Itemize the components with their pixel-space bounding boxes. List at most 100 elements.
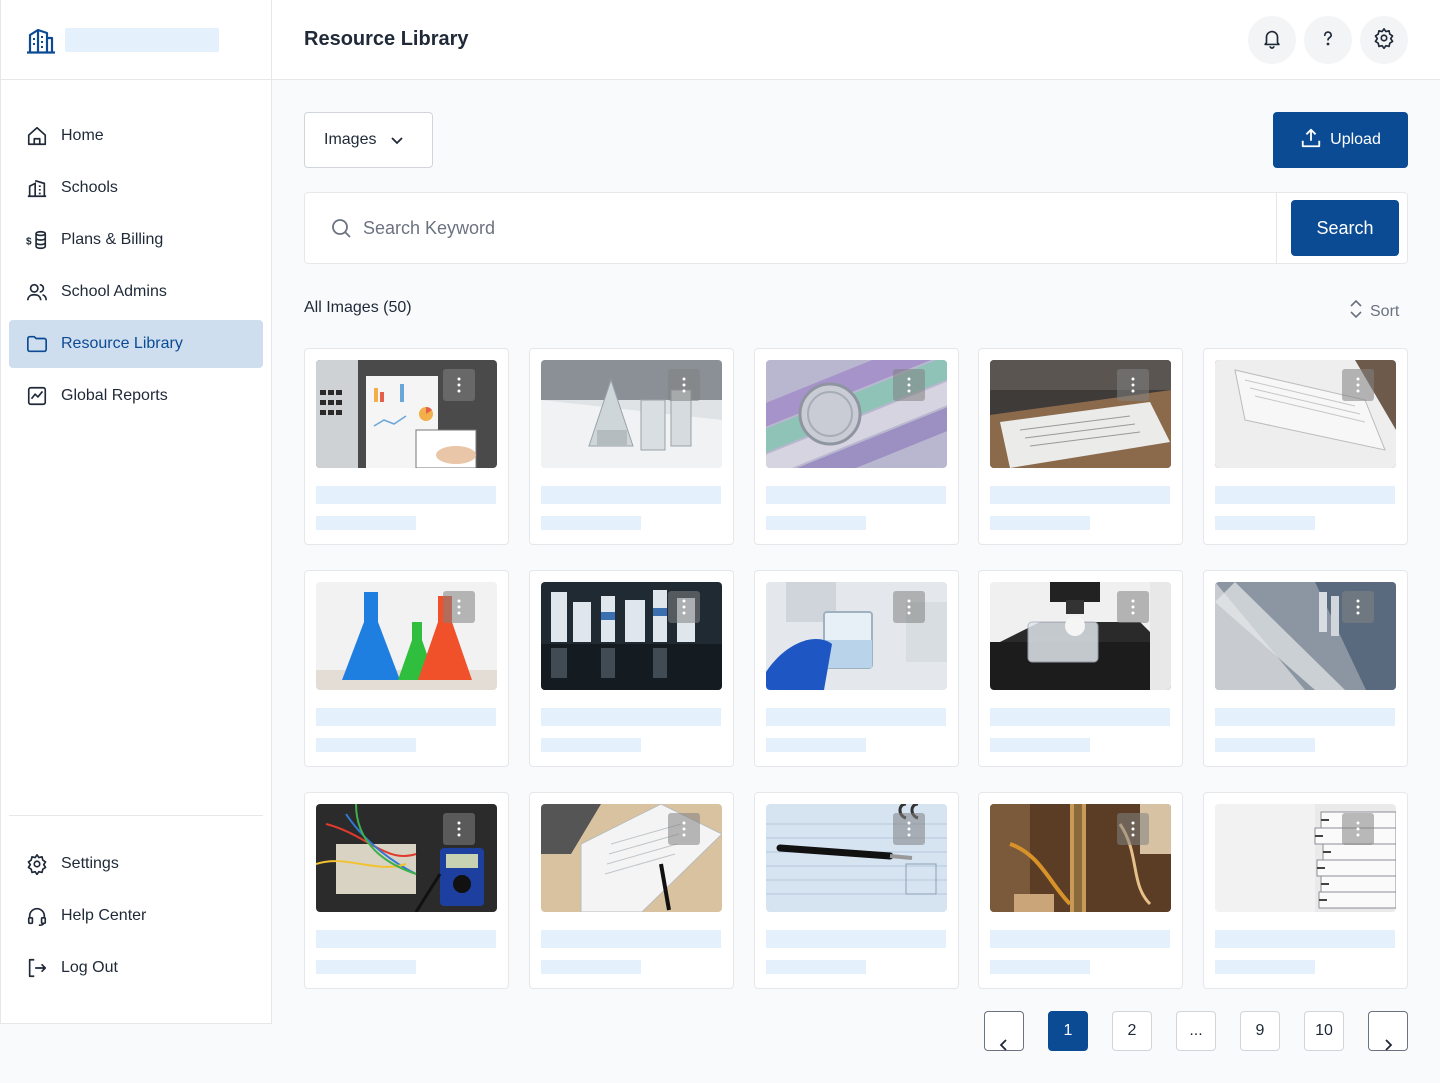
- search-bar: Search: [304, 192, 1408, 264]
- more-options-button[interactable]: [1342, 813, 1374, 845]
- sidebar-item-help-center[interactable]: Help Center: [9, 892, 263, 940]
- more-options-button[interactable]: [892, 813, 925, 845]
- image-card[interactable]: [1203, 570, 1408, 767]
- gear-icon: [1373, 27, 1395, 54]
- notifications-button[interactable]: [1248, 16, 1296, 64]
- page-button-1[interactable]: 1: [1048, 1011, 1088, 1051]
- sidebar-item-log-out[interactable]: Log Out: [9, 944, 263, 992]
- meta-placeholder: [765, 960, 866, 974]
- top-header: Resource Library: [272, 0, 1440, 80]
- sidebar-item-home[interactable]: Home: [9, 112, 263, 160]
- upload-button[interactable]: Upload: [1273, 112, 1408, 168]
- search-button[interactable]: Search: [1291, 200, 1399, 256]
- image-card[interactable]: [978, 792, 1184, 989]
- title-placeholder: [540, 930, 721, 948]
- next-page-button[interactable]: [1368, 1011, 1408, 1051]
- sidebar-item-school-admins[interactable]: School Admins: [9, 268, 263, 316]
- title-placeholder: [990, 708, 1171, 726]
- more-options-button[interactable]: [1342, 369, 1374, 401]
- settings-button[interactable]: [1360, 16, 1408, 64]
- search-icon: [329, 216, 353, 240]
- image-card[interactable]: [1203, 348, 1408, 545]
- pagination: 1 2 ... 9 10: [984, 1011, 1408, 1051]
- main-nav: Home Schools $ Plans & Billing School Ad…: [1, 80, 271, 420]
- meta-placeholder: [540, 960, 641, 974]
- type-filter-value: Images: [324, 131, 377, 148]
- title-placeholder: [316, 486, 496, 504]
- title-placeholder: [316, 930, 496, 948]
- building-icon[interactable]: [25, 24, 57, 56]
- help-button[interactable]: [1304, 16, 1352, 64]
- sidebar-bottom-nav: Settings Help Center Log Out: [9, 815, 263, 996]
- image-card[interactable]: [528, 570, 734, 767]
- more-options-button[interactable]: [667, 813, 700, 845]
- title-placeholder: [765, 486, 946, 504]
- prev-page-button[interactable]: [984, 1011, 1024, 1051]
- title-placeholder: [1215, 930, 1395, 948]
- meta-placeholder: [765, 516, 866, 530]
- upload-icon: [1300, 127, 1322, 154]
- folder-icon: [25, 332, 49, 356]
- chevron-left-icon: [998, 1038, 1010, 1057]
- sort-label: Sort: [1370, 302, 1400, 320]
- image-card[interactable]: [753, 792, 959, 989]
- image-card[interactable]: [753, 348, 959, 545]
- sidebar-item-label: Global Reports: [61, 387, 168, 404]
- image-card[interactable]: [528, 348, 734, 545]
- chevron-down-icon: [390, 133, 404, 147]
- sidebar-item-label: School Admins: [61, 283, 167, 300]
- more-options-button[interactable]: [1342, 591, 1374, 623]
- chart-icon: [25, 384, 49, 408]
- title-placeholder: [540, 486, 721, 504]
- images-count-label: All Images (50): [304, 299, 412, 316]
- more-options-button[interactable]: [443, 369, 475, 401]
- image-card[interactable]: [978, 348, 1184, 545]
- more-options-button[interactable]: [443, 591, 475, 623]
- more-options-button[interactable]: [1117, 591, 1150, 623]
- sidebar-item-label: Help Center: [61, 907, 147, 924]
- school-building-icon: [25, 176, 49, 200]
- sort-icon: [1348, 299, 1364, 323]
- more-options-button[interactable]: [1117, 813, 1150, 845]
- more-options-button[interactable]: [1117, 369, 1150, 401]
- meta-placeholder: [990, 516, 1091, 530]
- sidebar-item-global-reports[interactable]: Global Reports: [9, 372, 263, 420]
- image-card[interactable]: [528, 792, 734, 989]
- meta-placeholder: [990, 738, 1091, 752]
- sidebar-item-plans-billing[interactable]: $ Plans & Billing: [9, 216, 263, 264]
- upload-label: Upload: [1330, 131, 1381, 148]
- sidebar-item-schools[interactable]: Schools: [9, 164, 263, 212]
- meta-placeholder: [1215, 516, 1315, 530]
- sidebar-item-label: Resource Library: [61, 335, 183, 352]
- sidebar-item-label: Plans & Billing: [61, 231, 164, 248]
- sidebar-item-label: Settings: [61, 855, 119, 872]
- gear-icon: [25, 852, 49, 876]
- header-actions: [1248, 16, 1408, 64]
- more-options-button[interactable]: [667, 369, 700, 401]
- more-options-button[interactable]: [443, 813, 475, 845]
- title-placeholder: [990, 486, 1171, 504]
- type-filter-select[interactable]: Images: [304, 112, 433, 168]
- sort-button[interactable]: Sort: [1348, 299, 1400, 323]
- sidebar-item-settings[interactable]: Settings: [9, 840, 263, 888]
- image-card[interactable]: [304, 570, 509, 767]
- sidebar-item-resource-library[interactable]: Resource Library: [9, 320, 263, 368]
- search-input[interactable]: [363, 217, 1243, 239]
- page-button-10[interactable]: 10: [1304, 1011, 1344, 1051]
- image-card[interactable]: [1203, 792, 1408, 989]
- image-card[interactable]: [304, 348, 509, 545]
- brand-name-placeholder: [65, 27, 219, 52]
- image-card[interactable]: [753, 570, 959, 767]
- more-options-button[interactable]: [667, 591, 700, 623]
- title-placeholder: [765, 708, 946, 726]
- more-options-button[interactable]: [892, 369, 925, 401]
- page-button-9[interactable]: 9: [1240, 1011, 1280, 1051]
- meta-placeholder: [1215, 960, 1315, 974]
- more-options-button[interactable]: [892, 591, 925, 623]
- image-card[interactable]: [978, 570, 1184, 767]
- title-placeholder: [1215, 708, 1395, 726]
- image-card[interactable]: [304, 792, 509, 989]
- page-button-2[interactable]: 2: [1112, 1011, 1152, 1051]
- title-placeholder: [765, 930, 946, 948]
- meta-placeholder: [990, 960, 1091, 974]
